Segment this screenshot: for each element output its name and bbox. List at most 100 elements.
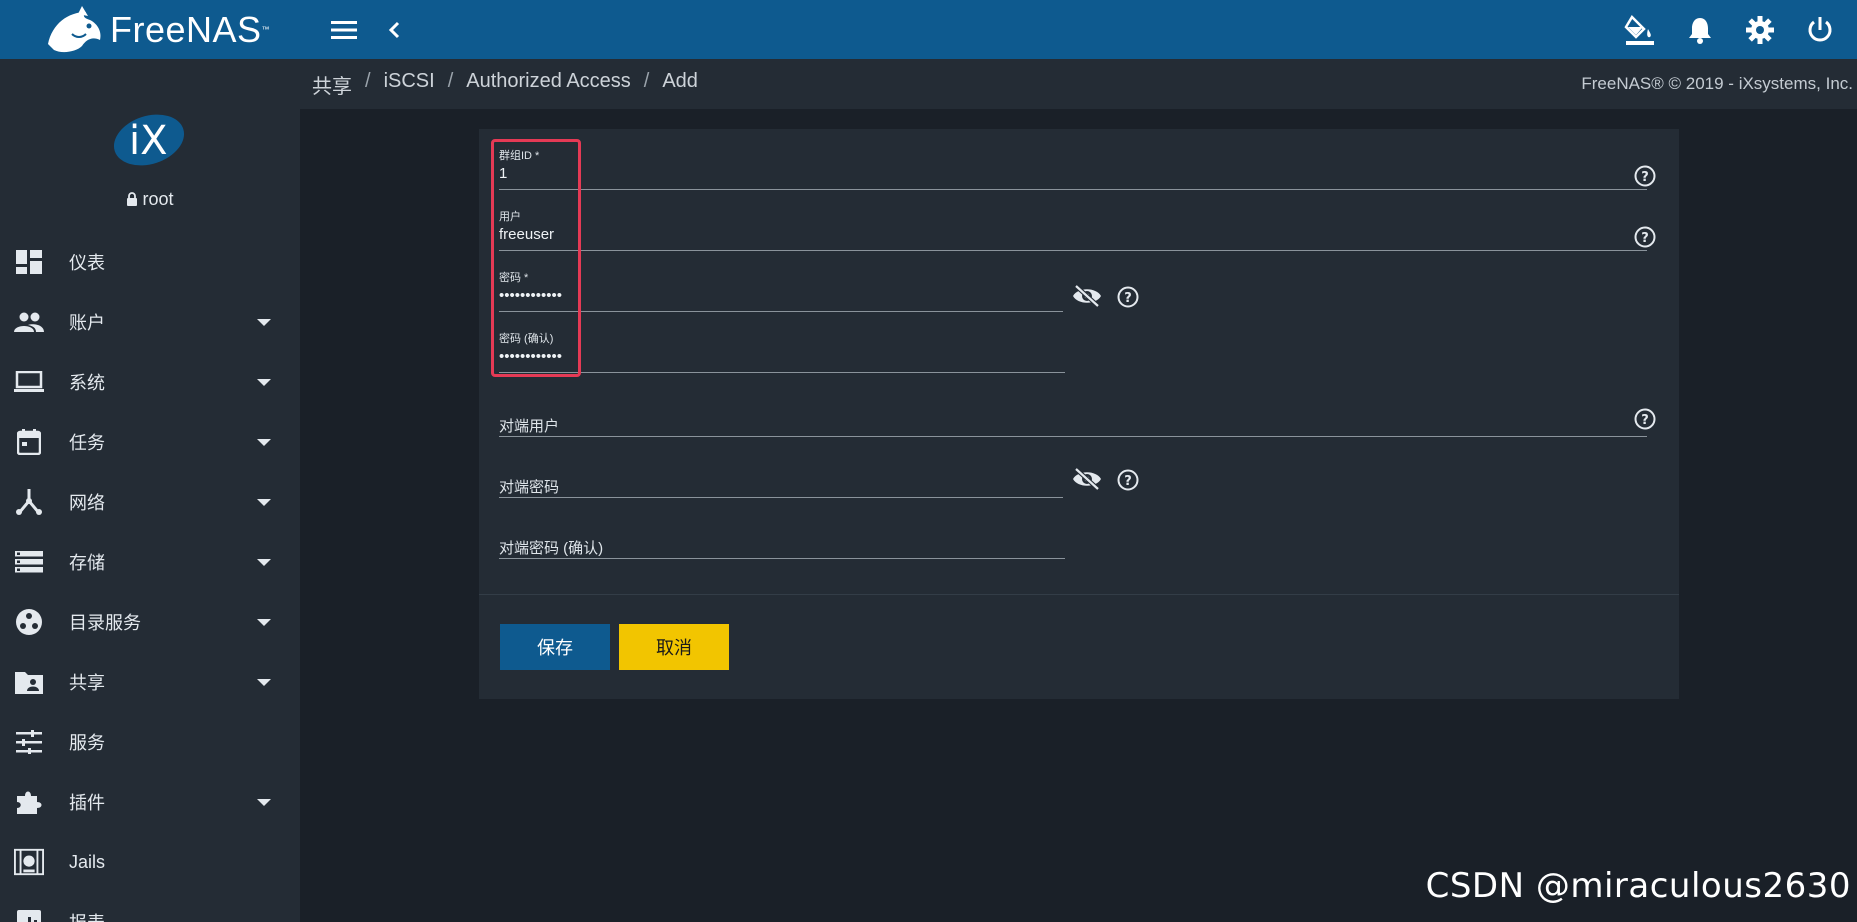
ix-logo-icon: iX xyxy=(113,114,185,166)
sidebar-item-label: 仪表 xyxy=(69,253,105,273)
sidebar-item-label: 网络 xyxy=(69,493,105,513)
directory-icon xyxy=(14,607,44,637)
sidebar-item-label: 报表 xyxy=(69,909,105,922)
chevron-left-icon[interactable] xyxy=(380,14,408,46)
top-bar: FreeNAS ™ xyxy=(0,0,1857,59)
current-user: root xyxy=(0,189,300,210)
peer-password-confirm-field[interactable]: 对端密码 (确认) xyxy=(499,523,1065,559)
sidebar-item-services[interactable]: 服务 xyxy=(0,712,300,772)
caret-down-icon xyxy=(257,439,271,446)
help-icon[interactable]: ? xyxy=(1634,226,1656,248)
peer-password-placeholder: 对端密码 xyxy=(499,479,560,496)
save-button[interactable]: 保存 xyxy=(500,624,610,670)
field-underline xyxy=(499,436,1647,437)
field-underline xyxy=(499,189,1647,190)
sidebar-item-label: 任务 xyxy=(69,433,105,453)
sidebar-item-label: 共享 xyxy=(69,673,105,693)
sidebar-item-jails[interactable]: Jails xyxy=(0,832,300,892)
freenas-shark-logo-icon xyxy=(48,5,101,52)
eye-off-icon[interactable] xyxy=(1072,467,1102,491)
logo-text: FreeNAS xyxy=(110,8,262,50)
sidebar-nav: 仪表 账户 系统 任务 网络 存储 目录服务 共享 服务 插件 Jails xyxy=(0,232,300,922)
user-field[interactable]: 用户 freeuser xyxy=(499,208,1647,251)
storage-icon xyxy=(14,547,44,577)
sidebar-item-label: 服务 xyxy=(69,733,105,753)
caret-down-icon xyxy=(257,619,271,626)
field-underline xyxy=(499,311,1063,312)
form-divider xyxy=(479,594,1679,595)
svg-text:?: ? xyxy=(1641,413,1649,428)
tune-icon xyxy=(14,727,44,757)
field-underline xyxy=(499,250,1647,251)
sidebar: iX root 仪表 账户 系统 任务 网络 存储 目录服务 共享 服务 插件 … xyxy=(0,59,300,922)
sidebar-item-accounts[interactable]: 账户 xyxy=(0,292,300,352)
dashboard-icon xyxy=(14,247,44,277)
svg-text:?: ? xyxy=(1124,474,1132,489)
sidebar-item-directory-services[interactable]: 目录服务 xyxy=(0,592,300,652)
help-icon[interactable]: ? xyxy=(1634,408,1656,430)
sidebar-item-label: 账户 xyxy=(69,313,105,333)
folder-shared-icon xyxy=(14,667,44,697)
laptop-icon xyxy=(14,367,44,397)
svg-text:?: ? xyxy=(1641,231,1649,246)
svg-text:?: ? xyxy=(1641,170,1649,185)
sidebar-item-network[interactable]: 网络 xyxy=(0,472,300,532)
help-icon[interactable]: ? xyxy=(1634,165,1656,187)
peer-password-field[interactable]: 对端密码 xyxy=(499,462,1063,498)
peer-user-placeholder: 对端用户 xyxy=(499,418,560,435)
puzzle-icon xyxy=(14,787,44,817)
group-id-field[interactable]: 群组ID * 1 xyxy=(499,147,1647,190)
breadcrumb-item-add: Add xyxy=(662,69,698,92)
caret-down-icon xyxy=(257,679,271,686)
help-icon[interactable]: ? xyxy=(1117,286,1139,308)
sidebar-item-label: 系统 xyxy=(69,373,105,393)
jail-icon xyxy=(14,847,44,877)
chart-icon xyxy=(14,907,44,922)
caret-down-icon xyxy=(257,379,271,386)
power-icon[interactable] xyxy=(1803,10,1837,50)
password-confirm-field[interactable]: 密码 (确认) •••••••••••• xyxy=(499,330,1065,373)
menu-icon[interactable] xyxy=(328,14,360,46)
field-underline xyxy=(499,372,1065,373)
eye-off-icon[interactable] xyxy=(1072,284,1102,308)
breadcrumb-separator: / xyxy=(365,69,371,92)
help-icon[interactable]: ? xyxy=(1117,469,1139,491)
breadcrumb-separator: / xyxy=(447,69,454,92)
breadcrumb-bar: 共享 / iSCSI / Authorized Access / Add Fre… xyxy=(300,59,1857,109)
sidebar-item-system[interactable]: 系统 xyxy=(0,352,300,412)
sidebar-item-dashboard[interactable]: 仪表 xyxy=(0,232,300,292)
top-right-actions xyxy=(1623,10,1837,50)
breadcrumb-item-iscsi[interactable]: iSCSI xyxy=(384,70,435,99)
breadcrumb-separator: / xyxy=(643,69,650,92)
sidebar-item-sharing[interactable]: 共享 xyxy=(0,652,300,712)
sidebar-item-storage[interactable]: 存储 xyxy=(0,532,300,592)
field-underline xyxy=(499,558,1065,559)
username: root xyxy=(142,189,174,209)
sidebar-item-label: 目录服务 xyxy=(69,613,141,633)
sidebar-item-tasks[interactable]: 任务 xyxy=(0,412,300,472)
caret-down-icon xyxy=(257,559,271,566)
caret-down-icon xyxy=(257,799,271,806)
paint-bucket-icon[interactable] xyxy=(1623,10,1657,50)
breadcrumb-item-authorized-access[interactable]: Authorized Access xyxy=(466,70,631,99)
bell-icon[interactable] xyxy=(1683,10,1717,50)
sidebar-item-label: 插件 xyxy=(69,793,105,813)
breadcrumb-item-sharing[interactable]: 共享 xyxy=(312,70,352,99)
gear-icon[interactable] xyxy=(1743,10,1777,50)
sidebar-item-label: Jails xyxy=(69,851,106,872)
sidebar-item-label: 存储 xyxy=(69,553,105,573)
watermark-text: CSDN @miraculous2630 xyxy=(1425,866,1851,906)
sidebar-item-reporting[interactable]: 报表 xyxy=(0,892,300,922)
caret-down-icon xyxy=(257,499,271,506)
cancel-button[interactable]: 取消 xyxy=(619,624,729,670)
svg-text:?: ? xyxy=(1124,291,1132,306)
sidebar-item-plugins[interactable]: 插件 xyxy=(0,772,300,832)
lock-icon xyxy=(127,192,138,206)
peer-password-confirm-placeholder: 对端密码 (确认) xyxy=(499,540,604,557)
freenas-logo[interactable]: FreeNAS ™ xyxy=(0,0,300,59)
highlight-box xyxy=(491,139,581,377)
caret-down-icon xyxy=(257,319,271,326)
peer-user-field[interactable]: 对端用户 xyxy=(499,401,1647,437)
password-field[interactable]: 密码 * •••••••••••• xyxy=(499,269,1063,312)
copyright-text[interactable]: FreeNAS® © 2019 - iXsystems, Inc. xyxy=(1581,74,1853,94)
